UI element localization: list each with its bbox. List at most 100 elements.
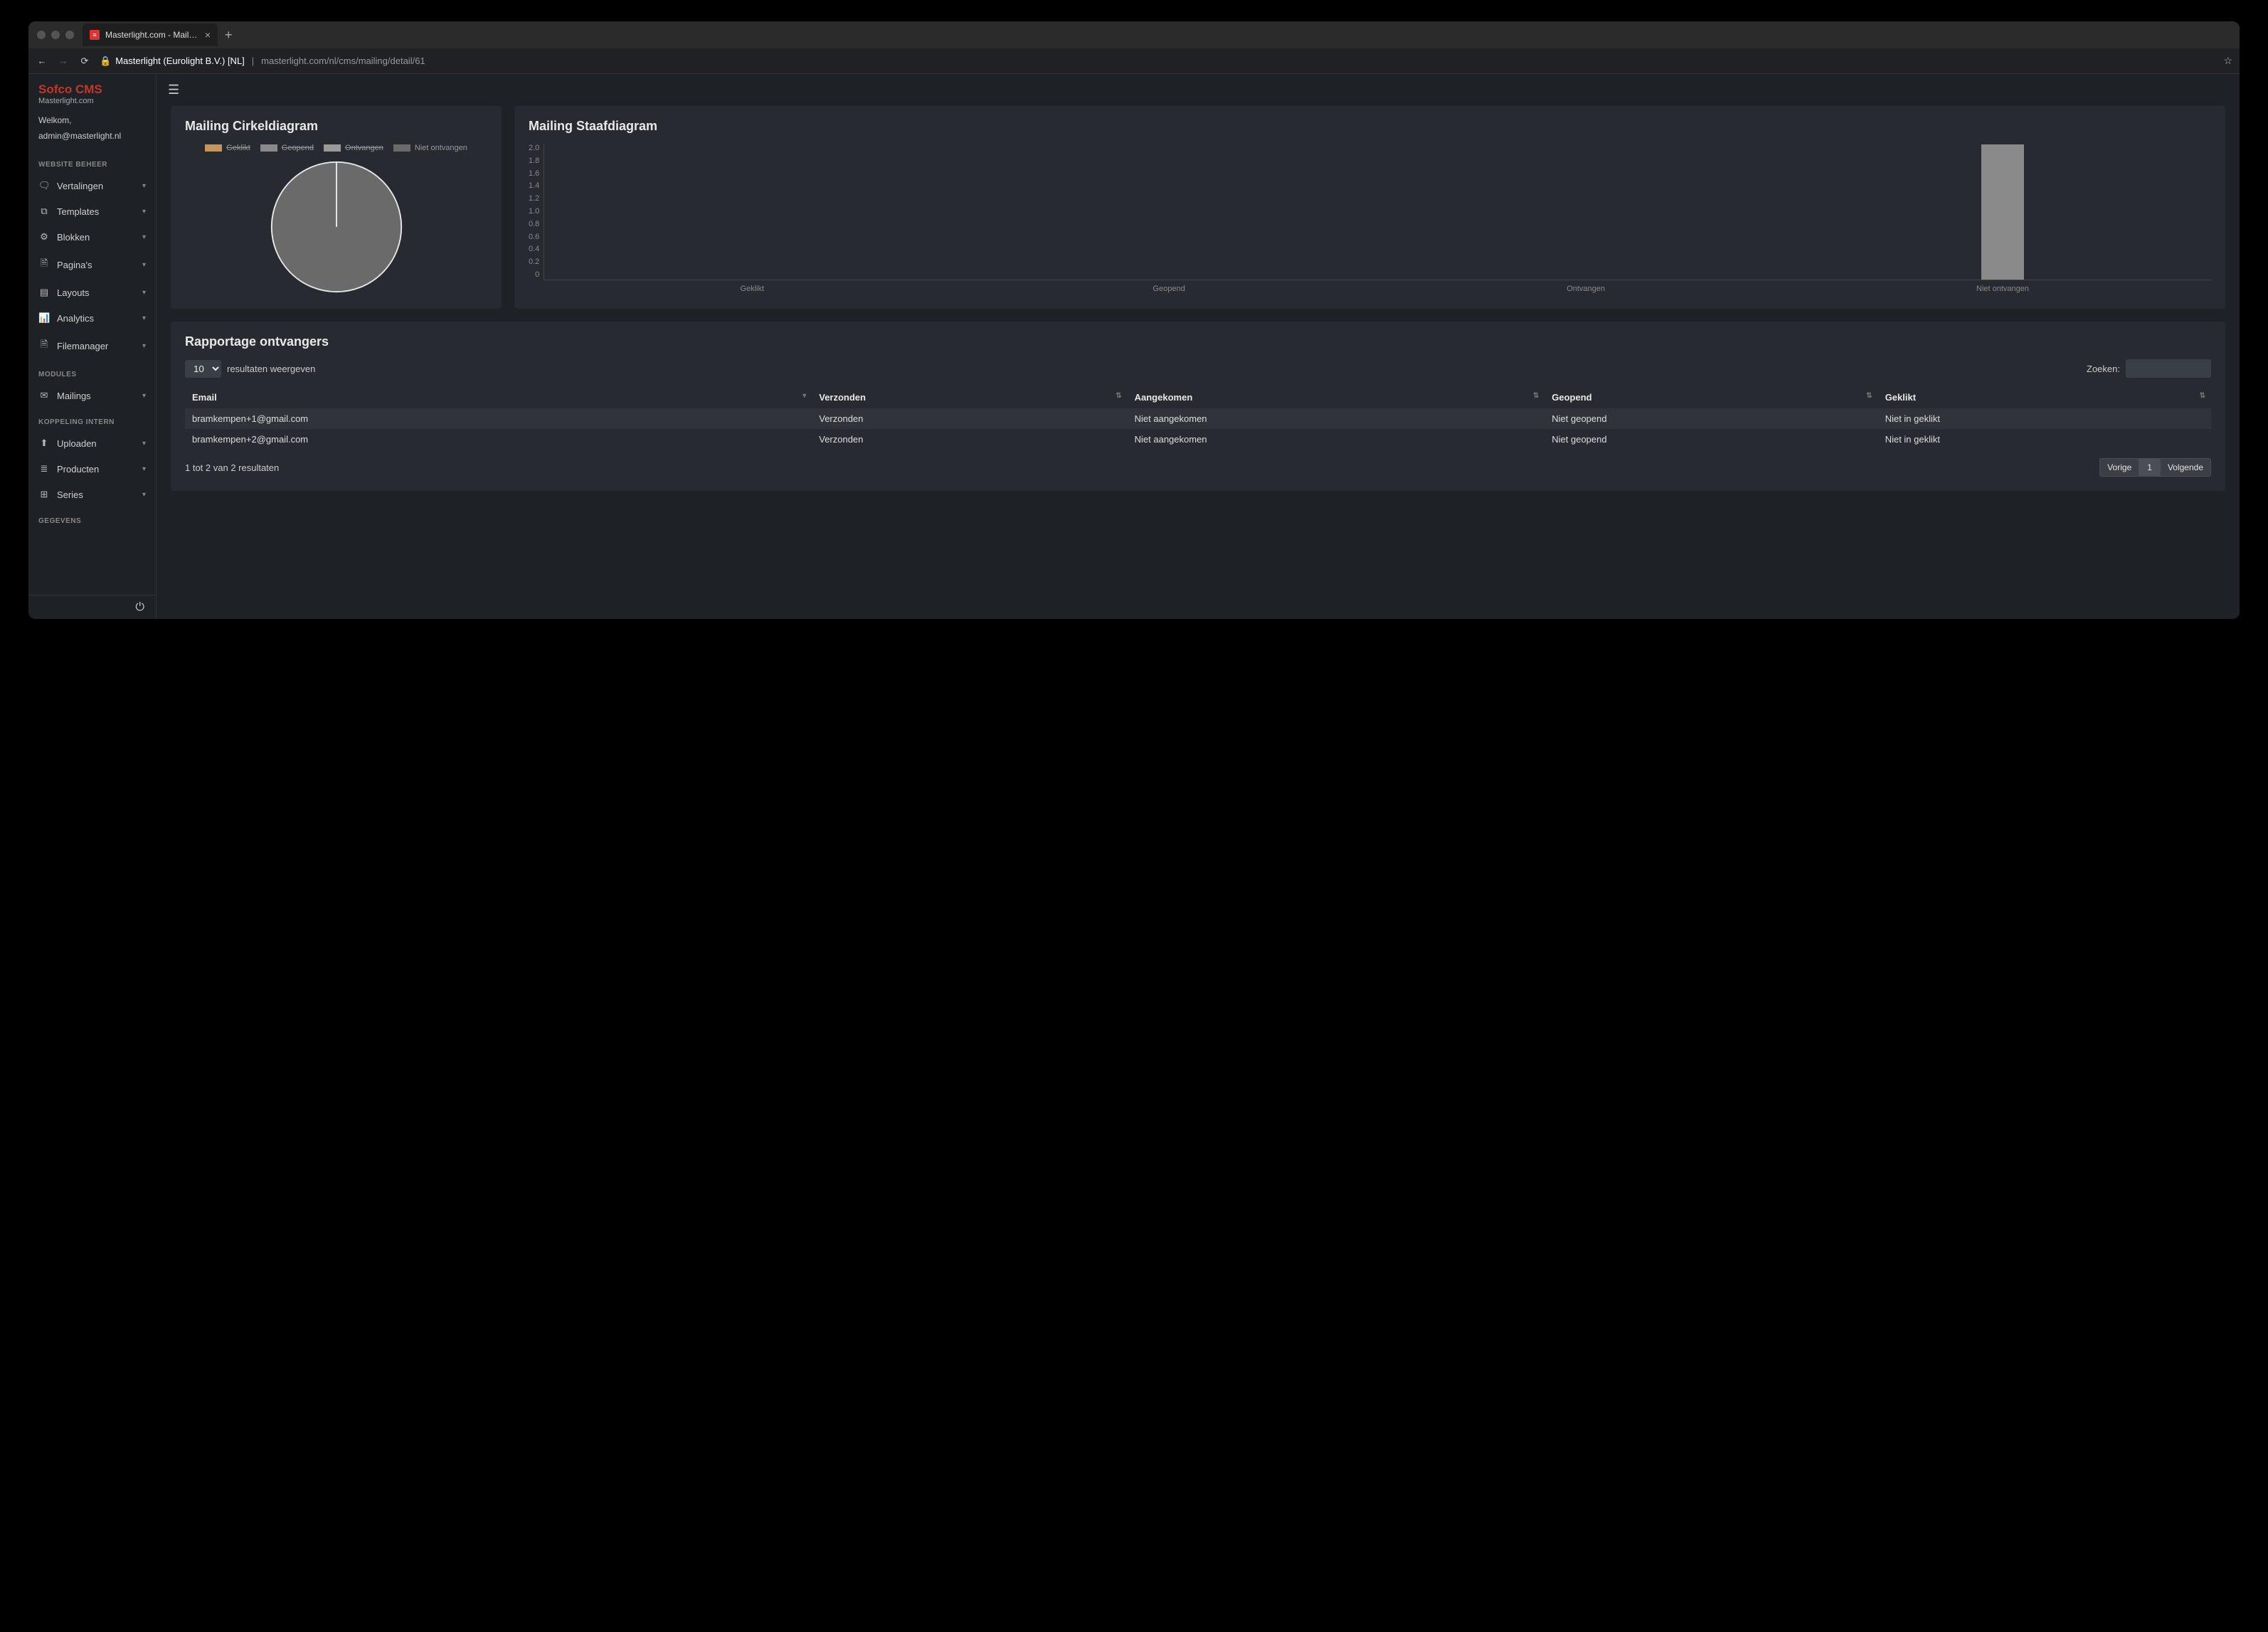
sort-icon: ⇅: [1866, 392, 1870, 400]
reload-button[interactable]: ⟳: [78, 55, 91, 67]
legend-swatch: [205, 144, 222, 152]
nav-label: Layouts: [57, 287, 90, 298]
y-tick: 1.6: [529, 169, 539, 178]
sidebar-item[interactable]: ⊞ Series ▾: [28, 482, 156, 507]
pager-prev[interactable]: Vorige: [2099, 458, 2139, 477]
window-controls[interactable]: [37, 31, 74, 39]
chevron-down-icon: ▾: [142, 261, 146, 269]
legend-label: Geklikt: [226, 144, 250, 152]
legend-label: Geopend: [282, 144, 314, 152]
search-label: Zoeken:: [2087, 364, 2120, 374]
recipients-table: Email▾Verzonden⇅Aangekomen⇅Geopend⇅Gekli…: [185, 386, 2211, 450]
sidebar-item[interactable]: ✉Mailings▾: [28, 383, 156, 408]
y-tick: 0: [535, 270, 539, 279]
nav-label: Pagina's: [57, 260, 92, 270]
search-control: Zoeken:: [2087, 359, 2211, 378]
table-cell: Niet in geklikt: [1878, 408, 2211, 429]
nav-label: Templates: [57, 206, 99, 217]
sidebar-item[interactable]: 🗨Vertalingen▾: [28, 173, 156, 198]
close-tab-icon[interactable]: ×: [205, 29, 211, 41]
pager: Vorige 1 Volgende: [2099, 458, 2211, 477]
table-info: 1 tot 2 van 2 resultaten: [185, 462, 279, 473]
bar-chart-card: Mailing Staafdiagram 2.01.81.61.41.21.00…: [514, 106, 2225, 309]
bookmark-icon[interactable]: ☆: [2223, 55, 2232, 67]
table-cell: Niet geopend: [1544, 429, 1877, 450]
chevron-down-icon: ▾: [142, 491, 146, 499]
sort-icon: ⇅: [1533, 392, 1537, 400]
legend-item[interactable]: Geopend: [260, 144, 314, 152]
favicon-icon: ≡: [90, 30, 100, 40]
table-row[interactable]: bramkempen+1@gmail.comVerzondenNiet aang…: [185, 408, 2211, 429]
table-cell: Niet aangekomen: [1128, 429, 1545, 450]
table-row[interactable]: bramkempen+2@gmail.comVerzondenNiet aang…: [185, 429, 2211, 450]
sort-icon: ⇅: [2200, 392, 2204, 400]
legend-swatch: [393, 144, 410, 152]
pager-next[interactable]: Volgende: [2160, 458, 2211, 477]
bar-chart: 2.01.81.61.41.21.00.80.60.40.20 GekliktG…: [529, 144, 2211, 293]
brand-subtitle: Masterlight.com: [38, 97, 146, 105]
sidebar-item[interactable]: 📊Analytics▾: [28, 305, 156, 331]
table-cell: Niet in geklikt: [1878, 429, 2211, 450]
minimize-window-icon[interactable]: [51, 31, 60, 39]
power-icon[interactable]: ⏻: [135, 601, 144, 614]
table-cell: Niet geopend: [1544, 408, 1877, 429]
legend-item[interactable]: Ontvangen: [324, 144, 383, 152]
y-tick: 0.4: [529, 245, 539, 253]
browser-window: ≡ Masterlight.com - Mail gegev… × + ← → …: [28, 21, 2240, 619]
site-identity: Masterlight (Eurolight B.V.) [NL]: [115, 55, 245, 66]
sidebar-section-header: KOPPELING INTERN: [28, 408, 156, 430]
column-header[interactable]: Geklikt⇅: [1878, 386, 2211, 408]
sidebar-item[interactable]: 🗎Filemanager▾: [28, 331, 156, 361]
browser-tab[interactable]: ≡ Masterlight.com - Mail gegev… ×: [83, 23, 218, 46]
nav-icon: ⚙: [38, 231, 50, 243]
back-button[interactable]: ←: [36, 55, 48, 66]
sidebar-item[interactable]: ≣Producten▾: [28, 456, 156, 482]
sidebar-section-header: WEBSITE BEHEER: [28, 151, 156, 173]
pager-page-1[interactable]: 1: [2139, 458, 2160, 477]
x-label: Geklikt: [544, 280, 960, 293]
nav-label: Producten: [57, 464, 99, 475]
brand: Sofco CMS Masterlight.com: [28, 74, 156, 108]
sidebar-item[interactable]: 🗎Pagina's▾: [28, 250, 156, 280]
sidebar-item[interactable]: ⚙Blokken▾: [28, 224, 156, 250]
hamburger-icon[interactable]: ☰: [168, 83, 179, 97]
sidebar-item[interactable]: ⬆Uploaden▾: [28, 430, 156, 456]
address-bar[interactable]: 🔒 Masterlight (Eurolight B.V.) [NL] | ma…: [100, 55, 2215, 67]
column-header[interactable]: Verzonden⇅: [812, 386, 1127, 408]
main-content: ☰ Mailing Cirkeldiagram GekliktGeopendOn…: [157, 74, 2240, 619]
column-header[interactable]: Geopend⇅: [1544, 386, 1877, 408]
chevron-down-icon: ▾: [142, 314, 146, 322]
nav-label: Mailings: [57, 391, 91, 401]
nav-icon: ✉: [38, 390, 50, 401]
page-length-label: resultaten weergeven: [227, 364, 315, 374]
nav-icon: ⬆: [38, 438, 50, 449]
x-label: Geopend: [960, 280, 1377, 293]
forward-button[interactable]: →: [57, 55, 70, 66]
sort-icon: ⇅: [1116, 392, 1120, 400]
nav-label: Series: [57, 489, 83, 500]
page-length-select[interactable]: 10: [185, 360, 221, 378]
nav-label: Analytics: [57, 313, 94, 324]
y-axis: 2.01.81.61.41.21.00.80.60.40.20: [529, 144, 544, 279]
y-tick: 0.6: [529, 233, 539, 241]
y-tick: 1.0: [529, 207, 539, 216]
maximize-window-icon[interactable]: [65, 31, 74, 39]
new-tab-button[interactable]: +: [225, 28, 233, 43]
search-input[interactable]: [2126, 359, 2211, 378]
sidebar-item[interactable]: ▤Layouts▾: [28, 280, 156, 305]
nav-icon: ⊞: [38, 489, 50, 500]
sidebar-section-header: GEGEVENS: [28, 507, 156, 529]
table-cell: Verzonden: [812, 429, 1127, 450]
y-tick: 2.0: [529, 144, 539, 152]
legend-item[interactable]: Geklikt: [205, 144, 250, 152]
nav-icon: 🗨: [38, 180, 50, 191]
x-axis: GekliktGeopendOntvangenNiet ontvangen: [544, 280, 2211, 293]
sidebar-item[interactable]: ⧉Templates▾: [28, 198, 156, 224]
legend-item[interactable]: Niet ontvangen: [393, 144, 467, 152]
bar-title: Mailing Staafdiagram: [529, 119, 2211, 134]
close-window-icon[interactable]: [37, 31, 46, 39]
sort-icon: ▾: [802, 392, 805, 400]
column-header[interactable]: Aangekomen⇅: [1128, 386, 1545, 408]
column-header[interactable]: Email▾: [185, 386, 812, 408]
legend-swatch: [324, 144, 341, 152]
